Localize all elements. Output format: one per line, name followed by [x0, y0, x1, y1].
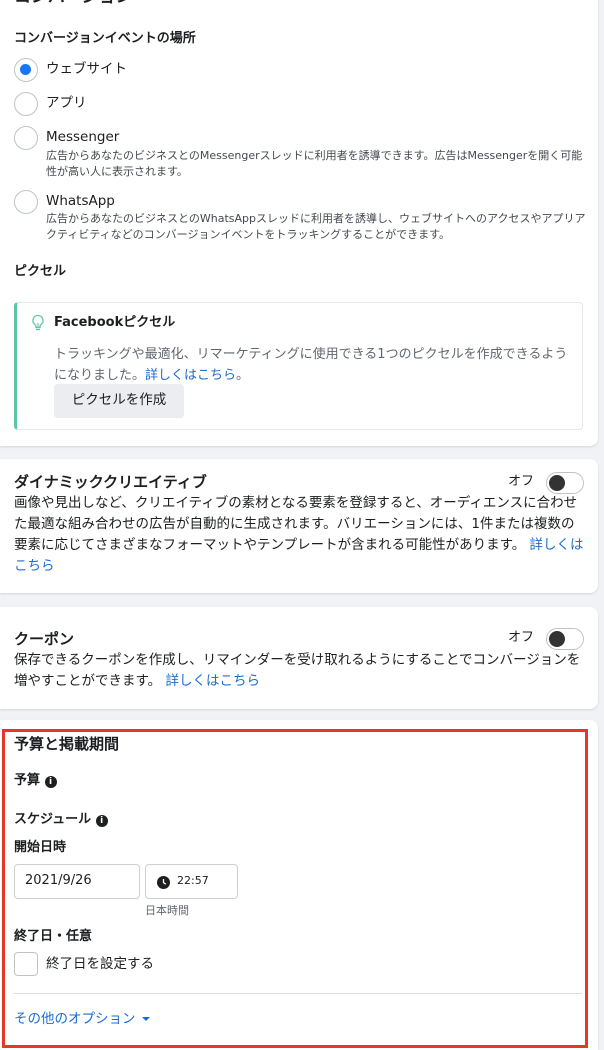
conversion-location-label: コンバージョンイベントの場所	[14, 31, 196, 46]
radio-website-label: ウェブサイト	[46, 61, 127, 77]
end-date-checkbox[interactable]	[14, 952, 38, 976]
pixel-box-title: Facebookピクセル	[54, 315, 176, 330]
messenger-description: 広告からあなたのビジネスとのMessengerスレッドに利用者を誘導できます。広…	[46, 149, 583, 178]
radio-app-label: アプリ	[46, 95, 87, 111]
budget-label: 予算 i	[14, 772, 57, 790]
more-options-text: その他のオプション	[14, 1011, 136, 1027]
dynamic-creative-desc-text: 画像や見出しなど、クリエイティブの素材となる要素を登録すると、オーディエンスに合…	[14, 495, 578, 553]
start-time-input[interactable]: 22:57	[145, 864, 238, 899]
radio-website[interactable]	[14, 58, 38, 82]
coupon-toggle[interactable]	[546, 628, 584, 650]
toggle-knob	[549, 631, 565, 647]
end-date-checkbox-label: 終了日を設定する	[46, 956, 154, 972]
budget-schedule-title: 予算と掲載期間	[14, 735, 120, 753]
caret-down-icon	[141, 1017, 150, 1021]
coupon-desc-text: 保存できるクーポンを作成し、リマインダーを受け取れるようにすることでコンバージョ…	[14, 652, 581, 689]
dynamic-creative-toggle[interactable]	[546, 472, 584, 494]
radio-whatsapp-label: WhatsApp	[46, 193, 115, 209]
coupon-desc: 保存できるクーポンを作成し、リマインダーを受け取れるようにすることでコンバージョ…	[14, 650, 586, 692]
divider	[14, 993, 582, 994]
radio-app[interactable]	[14, 92, 38, 116]
pixel-desc-period: 。	[236, 368, 250, 383]
budget-label-text: 予算	[14, 773, 41, 788]
start-datetime-label: 開始日時	[14, 840, 67, 855]
start-time-value: 22:57	[177, 874, 209, 887]
pixel-info-box: Facebookピクセル トラッキングや最適化、リマーケティングに使用できる1つ…	[14, 302, 583, 430]
conversion-title: コンバージョン	[14, 0, 133, 8]
schedule-label-text: スケジュール	[14, 812, 92, 827]
pixel-desc-text: トラッキングや最適化、リマーケティングに使用できる1つのピクセルを作成できるよう…	[54, 347, 568, 383]
clock-icon	[157, 876, 170, 889]
info-icon[interactable]: i	[44, 776, 57, 788]
dynamic-creative-toggle-label: オフ	[508, 474, 535, 489]
pixel-label: ピクセル	[14, 264, 67, 279]
schedule-label: スケジュール i	[14, 811, 108, 829]
coupon-learn-more-link[interactable]: 詳しくはこちら	[165, 673, 260, 689]
coupon-toggle-label: オフ	[508, 630, 535, 645]
dynamic-creative-desc: 画像や見出しなど、クリエイティブの素材となる要素を登録すると、オーディエンスに合…	[14, 493, 586, 577]
pixel-box-desc: トラッキングや最適化、リマーケティングに使用できる1つのピクセルを作成できるよう…	[54, 344, 569, 386]
end-date-label: 終了日・任意	[14, 929, 93, 944]
info-icon[interactable]: i	[95, 815, 108, 827]
create-pixel-button[interactable]: ピクセルを作成	[54, 384, 184, 418]
pixel-learn-more-link[interactable]: 詳しくはこちら	[145, 368, 236, 383]
dynamic-creative-title: ダイナミッククリエイティブ	[14, 473, 207, 491]
lightbulb-icon	[32, 314, 44, 331]
radio-messenger[interactable]	[14, 126, 38, 150]
coupon-title: クーポン	[14, 630, 75, 648]
toggle-knob	[549, 475, 565, 491]
timezone-label: 日本時間	[145, 904, 189, 917]
more-options-link[interactable]: その他のオプション	[14, 1010, 150, 1028]
start-date-input[interactable]: 2021/9/26	[14, 864, 140, 899]
radio-messenger-label: Messenger	[46, 129, 120, 145]
whatsapp-description: 広告からあなたのビジネスとのWhatsAppスレッドに利用者を誘導し、ウェブサイ…	[46, 212, 586, 241]
radio-whatsapp[interactable]	[14, 190, 38, 214]
